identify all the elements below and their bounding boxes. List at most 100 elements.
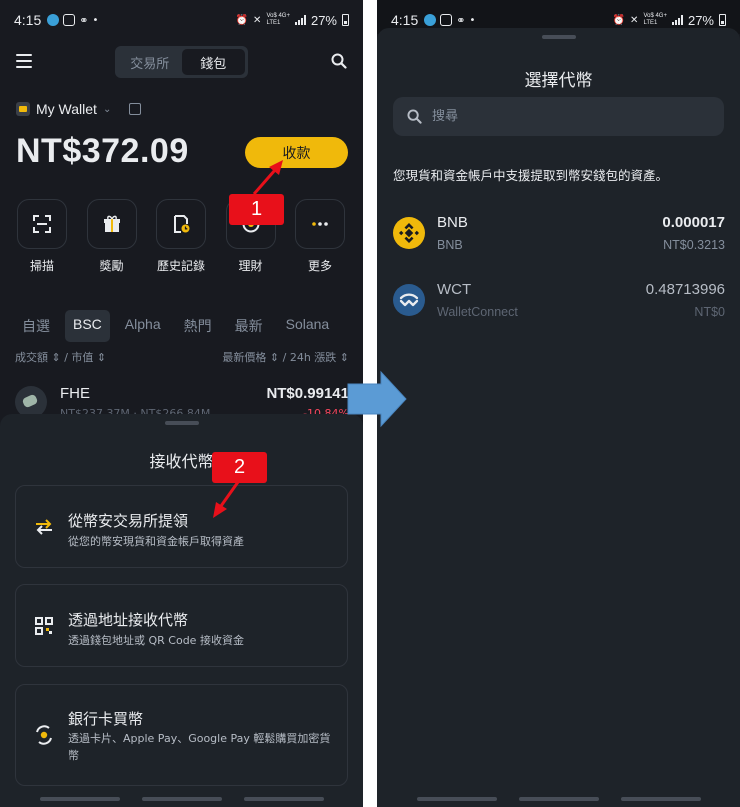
coin-symbol: WCT [437,281,472,298]
action-label: 掃描 [29,259,54,273]
action-history[interactable]: 歷史記錄 [155,199,207,274]
walletconnect-coin-icon [393,284,425,316]
earth-icon [47,14,60,26]
sheet-title: 接收代幣 [149,452,214,471]
wallet-name: My Wallet [36,101,97,117]
coin-value: NT$0 [694,305,725,319]
battery-icon [342,14,349,26]
action-label: 更多 [307,259,332,273]
qr-code-icon [34,616,54,636]
dot-icon: • [92,14,99,26]
option-buy-with-card[interactable]: 銀行卡買幣 透過卡片、Apple Pay、Google Pay 輕鬆購買加密貨幣 [15,684,348,786]
wallet-icon [16,102,30,116]
action-scan[interactable]: 掃描 [16,199,68,274]
col-volume-mcap[interactable]: 成交額 ⇕ / 市值 ⇕ [15,349,106,365]
search-icon [407,109,422,124]
receive-button[interactable]: 收款 [245,137,348,168]
mute-icon: ✕ [253,14,262,26]
menu-icon[interactable] [16,54,32,68]
list-item[interactable]: FHE NT$0.99141 NT$237.37M · NT$266.84M -… [15,382,349,420]
select-token-sheet: 選擇代幣 您現貨和資金帳戶中支援提取到幣安錢包的資產。 [377,28,740,807]
battery-label: 27% [687,12,714,28]
chevron-down-icon: ⌄ [102,103,112,115]
coin-name: BNB [437,238,463,252]
left-phone-screen: 4:15 ⚭ • ⏰ ✕ Vo$ 4G+ LTE1 27% 交易所 錢包 My W… [0,0,363,807]
exchange-wallet-switch: 交易所 錢包 [115,46,248,78]
bnb-coin-icon [393,217,425,249]
list-item[interactable]: WCT WalletConnect 0.48713996 NT$0 [393,281,725,325]
coin-symbol: BNB [437,214,468,231]
tab-new[interactable]: 最新 [227,310,271,342]
option-subtitle: 從您的幣安現貨和資金帳戶取得資產 [68,535,244,548]
signal-icon [671,15,683,25]
action-rewards[interactable]: 獎勵 [86,199,138,274]
mute-icon: ✕ [630,14,639,26]
tab-exchange[interactable]: 交易所 [118,49,182,75]
scan-icon [33,215,51,233]
tab-solana[interactable]: Solana [278,310,338,342]
sheet-title: 選擇代幣 [524,71,593,91]
status-time: 4:15 [14,12,42,28]
network-label: Vo$ 4G+ [266,13,290,19]
option-receive-address[interactable]: 透過地址接收代幣 透過錢包地址或 QR Code 接收資金 [15,584,348,667]
search-icon[interactable] [331,53,347,69]
card-purchase-icon [34,725,54,745]
sheet-grabber[interactable] [164,421,199,425]
option-title: 透過地址接收代幣 [68,611,189,629]
search-input[interactable] [432,109,692,124]
col-price-change[interactable]: 最新價格 ⇕ / 24h 漲跌 ⇕ [222,349,349,365]
coin-amount: 0.48713996 [645,281,725,298]
link-icon: ⚭ [79,13,89,27]
nav-indicator [40,797,120,801]
option-withdraw-exchange[interactable]: 從幣安交易所提領 從您的幣安現貨和資金帳戶取得資產 [15,485,348,568]
earth-icon [424,14,437,26]
gallery-icon [440,14,453,26]
tab-bsc[interactable]: BSC [65,310,110,342]
list-column-header: 成交額 ⇕ / 市值 ⇕ 最新價格 ⇕ / 24h 漲跌 ⇕ [15,349,349,365]
coin-amount: 0.000017 [662,214,725,231]
nav-indicator [519,797,599,801]
market-tabs: 自選 BSC Alpha 熱門 最新 Solana [16,310,344,342]
token-name: FHE [60,385,90,402]
token-price: NT$0.99141 [266,385,349,402]
battery-label: 27% [310,12,337,28]
info-note: 您現貨和資金帳戶中支援提取到幣安錢包的資產。 [393,168,669,183]
coin-name: WalletConnect [437,305,518,319]
network-label: Vo$ 4G+ [643,13,667,19]
option-title: 銀行卡買幣 [68,710,144,728]
alarm-icon: ⏰ [612,14,626,26]
step-badge-1: 1 [229,194,284,225]
nav-indicator [244,797,324,801]
status-bar: 4:15 ⚭ • ⏰ ✕ Vo$ 4G+ LTE1 27% [377,0,740,40]
status-bar: 4:15 ⚭ • ⏰ ✕ Vo$ 4G+ LTE1 27% [0,0,363,40]
status-time: 4:15 [391,12,419,28]
option-subtitle: 透過錢包地址或 QR Code 接收資金 [68,634,244,647]
wallet-balance: NT$372.09 [16,132,189,170]
nav-indicator [417,797,497,801]
option-subtitle: 透過卡片、Apple Pay、Google Pay 輕鬆購買加密貨幣 [68,732,331,762]
network-sub: LTE1 [266,20,281,26]
copy-icon[interactable] [129,103,142,115]
action-label: 歷史記錄 [156,259,205,273]
history-icon [174,215,190,233]
action-more[interactable]: 更多 [294,199,346,274]
network-sub: LTE1 [643,20,658,26]
more-icon [312,222,328,226]
tab-favorites[interactable]: 自選 [16,310,58,342]
right-phone-screen: 4:15 ⚭ • ⏰ ✕ Vo$ 4G+LTE1 27% 選擇代幣 您現貨和資金… [377,0,740,807]
wallet-selector[interactable]: My Wallet ⌄ [16,101,142,117]
dot-icon: • [469,14,476,26]
action-label: 獎勵 [99,259,124,273]
battery-icon [719,14,726,26]
list-item[interactable]: BNB BNB 0.000017 NT$0.3213 [393,214,725,258]
signal-icon [294,15,306,25]
receive-sheet: 接收代幣 從幣安交易所提領 從您的幣安現貨和資金帳戶取得資產 透過地址接收代幣 … [0,414,363,807]
tab-alpha[interactable]: Alpha [117,310,169,342]
transfer-icon [34,517,54,537]
tab-hot[interactable]: 熱門 [176,310,220,342]
nav-indicator [621,797,701,801]
tab-wallet[interactable]: 錢包 [181,49,245,75]
quick-actions: 掃描 獎勵 歷史記錄 理財 更多 [16,199,346,274]
link-icon: ⚭ [456,13,466,27]
alarm-icon: ⏰ [235,14,249,26]
